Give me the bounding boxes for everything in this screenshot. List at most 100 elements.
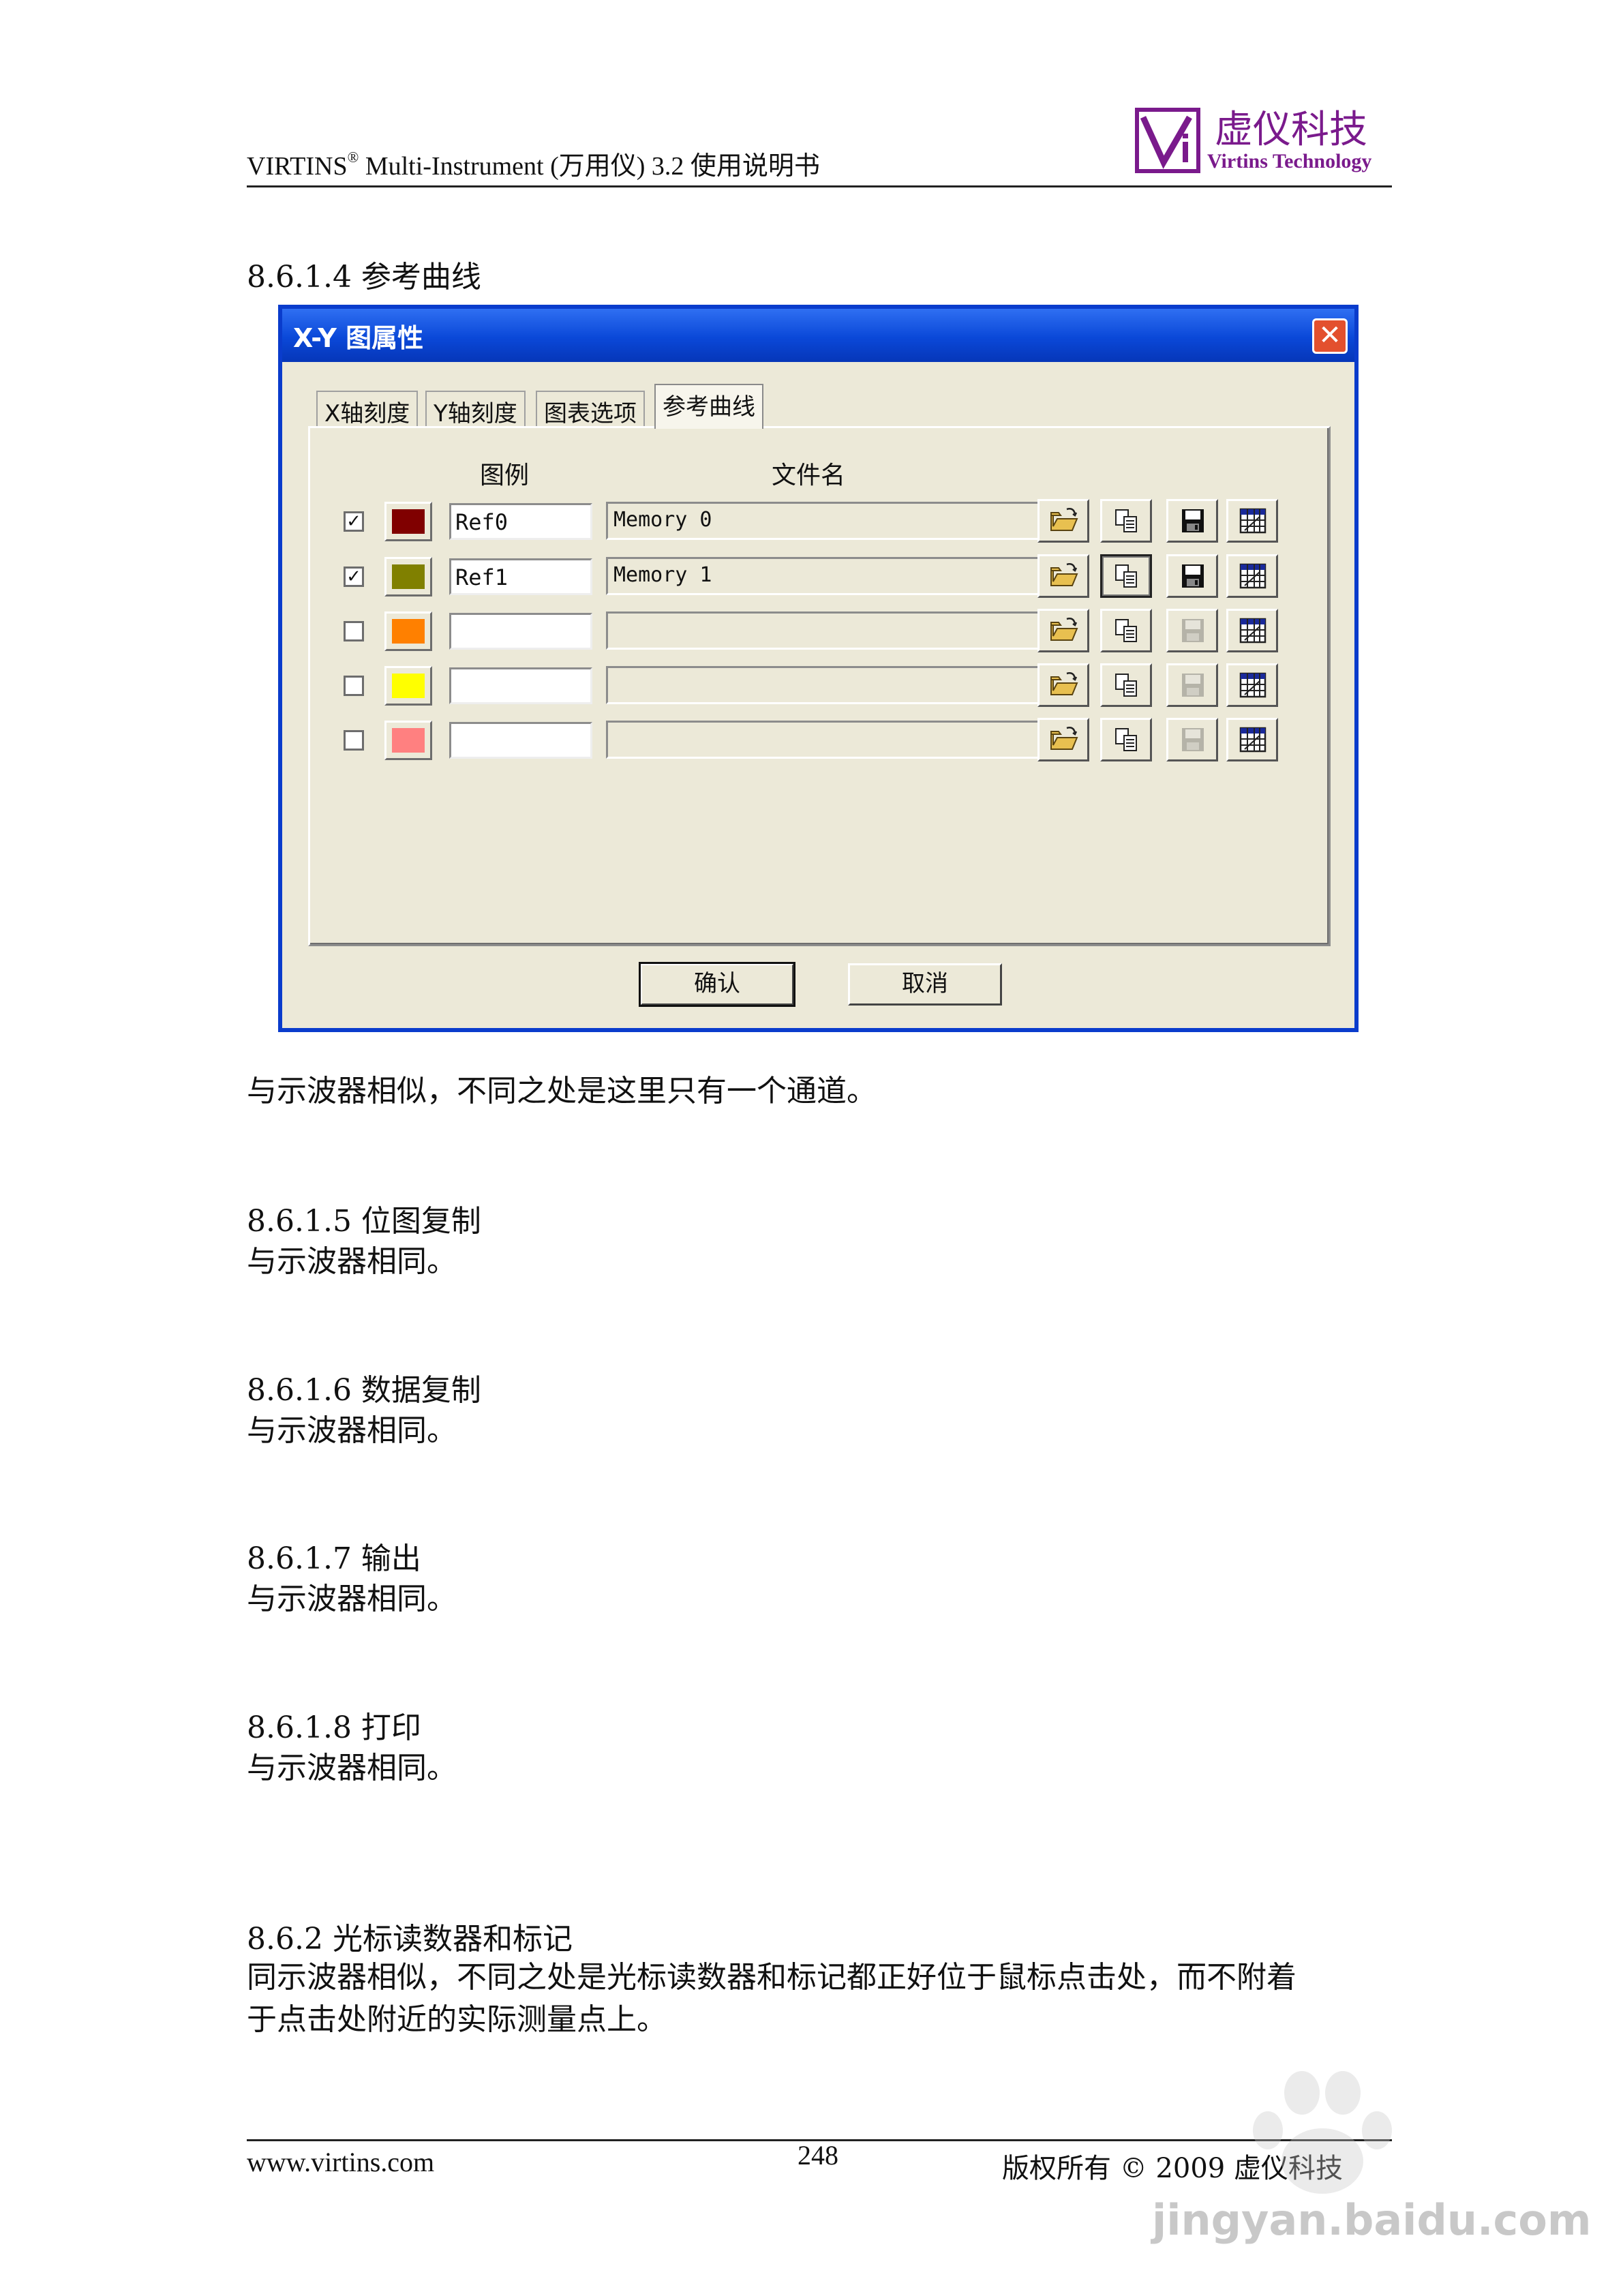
color-swatch bbox=[392, 619, 425, 644]
close-button[interactable]: ✕ bbox=[1312, 318, 1348, 354]
filename-field: Memory 1 bbox=[606, 557, 1046, 595]
section-heading: 8.6.1.8 打印 bbox=[247, 1710, 421, 1745]
paragraph: 与示波器相同。 bbox=[247, 1751, 457, 1785]
reference-row bbox=[282, 715, 1354, 770]
color-picker-button[interactable] bbox=[384, 557, 432, 596]
copy-icon bbox=[1115, 564, 1137, 588]
table-view-button[interactable] bbox=[1226, 554, 1278, 598]
color-swatch bbox=[392, 728, 425, 753]
enable-checkbox[interactable] bbox=[344, 621, 364, 641]
virtins-logo-icon bbox=[1135, 108, 1200, 173]
enable-checkbox[interactable] bbox=[344, 676, 364, 696]
table-icon bbox=[1239, 672, 1266, 698]
legend-input[interactable]: Ref1 bbox=[449, 558, 592, 595]
header-subtitle: Multi-Instrument (万用仪) 3.2 使用说明书 bbox=[359, 152, 820, 181]
section-heading: 8.6.1.7 输出 bbox=[247, 1541, 421, 1576]
legend-input[interactable] bbox=[449, 613, 592, 650]
logo-chinese-name: 虚仪科技 bbox=[1215, 108, 1367, 152]
filename-field bbox=[606, 611, 1046, 650]
page-number: 248 bbox=[798, 2140, 838, 2171]
copy-data-button[interactable] bbox=[1100, 663, 1152, 707]
open-file-icon bbox=[1050, 563, 1078, 586]
paragraph: 与示波器相似，不同之处是这里只有一个通道。 bbox=[247, 1074, 877, 1108]
copy-icon bbox=[1115, 509, 1137, 532]
color-swatch bbox=[392, 509, 425, 534]
copy-data-button[interactable] bbox=[1100, 554, 1152, 598]
table-icon bbox=[1239, 508, 1266, 534]
open-file-icon bbox=[1050, 618, 1078, 641]
save-button bbox=[1166, 663, 1218, 707]
header-brand: VIRTINS bbox=[247, 152, 348, 181]
save-button bbox=[1166, 609, 1218, 652]
enable-checkbox[interactable]: ✓ bbox=[344, 567, 364, 587]
footer-url: www.virtins.com bbox=[247, 2147, 435, 2177]
document-header-title: VIRTINS® Multi-Instrument (万用仪) 3.2 使用说明… bbox=[247, 145, 820, 182]
open-file-icon bbox=[1050, 508, 1078, 531]
paragraph: 与示波器相同。 bbox=[247, 1582, 457, 1616]
reference-row: ✓ Ref1 Memory 1 bbox=[282, 552, 1354, 606]
color-picker-button[interactable] bbox=[384, 666, 432, 706]
table-icon bbox=[1239, 727, 1266, 753]
header-divider bbox=[247, 185, 1392, 187]
save-icon bbox=[1182, 619, 1204, 642]
enable-checkbox[interactable] bbox=[344, 730, 364, 751]
dialog-titlebar[interactable]: X-Y 图属性 ✕ bbox=[282, 309, 1354, 362]
ok-button[interactable]: 确认 bbox=[639, 962, 795, 1007]
save-icon bbox=[1182, 509, 1204, 532]
section-heading: 8.6.1.6 数据复制 bbox=[247, 1373, 481, 1408]
copy-icon bbox=[1115, 619, 1137, 642]
logo-english-name: Virtins Technology bbox=[1207, 150, 1372, 172]
copy-data-button[interactable] bbox=[1100, 609, 1152, 652]
cancel-button[interactable]: 取消 bbox=[848, 963, 1002, 1006]
filename-column-header: 文件名 bbox=[772, 462, 846, 489]
paragraph-line: 同示波器相似，不同之处是光标读数器和标记都正好位于鼠标点击处，而不附着 bbox=[247, 1960, 1296, 1995]
filename-field bbox=[606, 666, 1046, 704]
open-file-icon bbox=[1050, 672, 1078, 695]
reference-row bbox=[282, 661, 1354, 715]
tab-y-axis-scale[interactable]: Y轴刻度 bbox=[425, 391, 526, 427]
section-heading: 8.6.1.4 参考曲线 bbox=[247, 260, 481, 294]
open-file-button[interactable] bbox=[1037, 663, 1089, 707]
color-picker-button[interactable] bbox=[384, 721, 432, 760]
open-file-button[interactable] bbox=[1037, 499, 1089, 543]
enable-checkbox[interactable]: ✓ bbox=[344, 511, 364, 532]
color-swatch bbox=[392, 564, 425, 589]
tab-x-axis-scale[interactable]: X轴刻度 bbox=[316, 391, 419, 427]
tab-chart-options[interactable]: 图表选项 bbox=[536, 391, 645, 427]
save-icon bbox=[1182, 674, 1204, 697]
legend-input[interactable]: Ref0 bbox=[449, 503, 592, 540]
copy-data-button[interactable] bbox=[1100, 718, 1152, 761]
reference-row: ✓ Ref0 Memory 0 bbox=[282, 496, 1354, 551]
section-heading: 8.6.1.5 位图复制 bbox=[247, 1204, 481, 1239]
table-view-button[interactable] bbox=[1226, 718, 1278, 761]
watermark-text: jingyan.baidu.com bbox=[1152, 2195, 1592, 2245]
legend-input[interactable] bbox=[449, 722, 592, 759]
color-picker-button[interactable] bbox=[384, 611, 432, 651]
color-picker-button[interactable] bbox=[384, 502, 432, 541]
tab-reference-curves[interactable]: 参考曲线 bbox=[654, 384, 763, 429]
open-file-button[interactable] bbox=[1037, 718, 1089, 761]
paragraph: 与示波器相同。 bbox=[247, 1413, 457, 1448]
table-view-button[interactable] bbox=[1226, 609, 1278, 652]
open-file-button[interactable] bbox=[1037, 609, 1089, 652]
color-swatch bbox=[392, 674, 425, 698]
legend-column-header: 图例 bbox=[480, 462, 530, 489]
legend-input[interactable] bbox=[449, 667, 592, 704]
save-button[interactable] bbox=[1166, 554, 1218, 598]
xy-properties-dialog: X-Y 图属性 ✕ X轴刻度 Y轴刻度 图表选项 参考曲线 图例 文件名 ✓ Re… bbox=[278, 305, 1359, 1032]
registered-mark: ® bbox=[347, 149, 359, 166]
save-icon bbox=[1182, 728, 1204, 751]
table-view-button[interactable] bbox=[1226, 663, 1278, 707]
reference-row bbox=[282, 606, 1354, 661]
save-button[interactable] bbox=[1166, 499, 1218, 543]
copy-icon bbox=[1115, 674, 1137, 697]
section-heading: 8.6.2 光标读数器和标记 bbox=[247, 1922, 573, 1957]
open-file-button[interactable] bbox=[1037, 554, 1089, 598]
dialog-title: X-Y 图属性 bbox=[293, 323, 424, 353]
table-view-button[interactable] bbox=[1226, 499, 1278, 543]
filename-field bbox=[606, 721, 1046, 759]
table-icon bbox=[1239, 563, 1266, 589]
copy-icon bbox=[1115, 728, 1137, 751]
filename-field: Memory 0 bbox=[606, 502, 1046, 540]
copy-data-button[interactable] bbox=[1100, 499, 1152, 543]
